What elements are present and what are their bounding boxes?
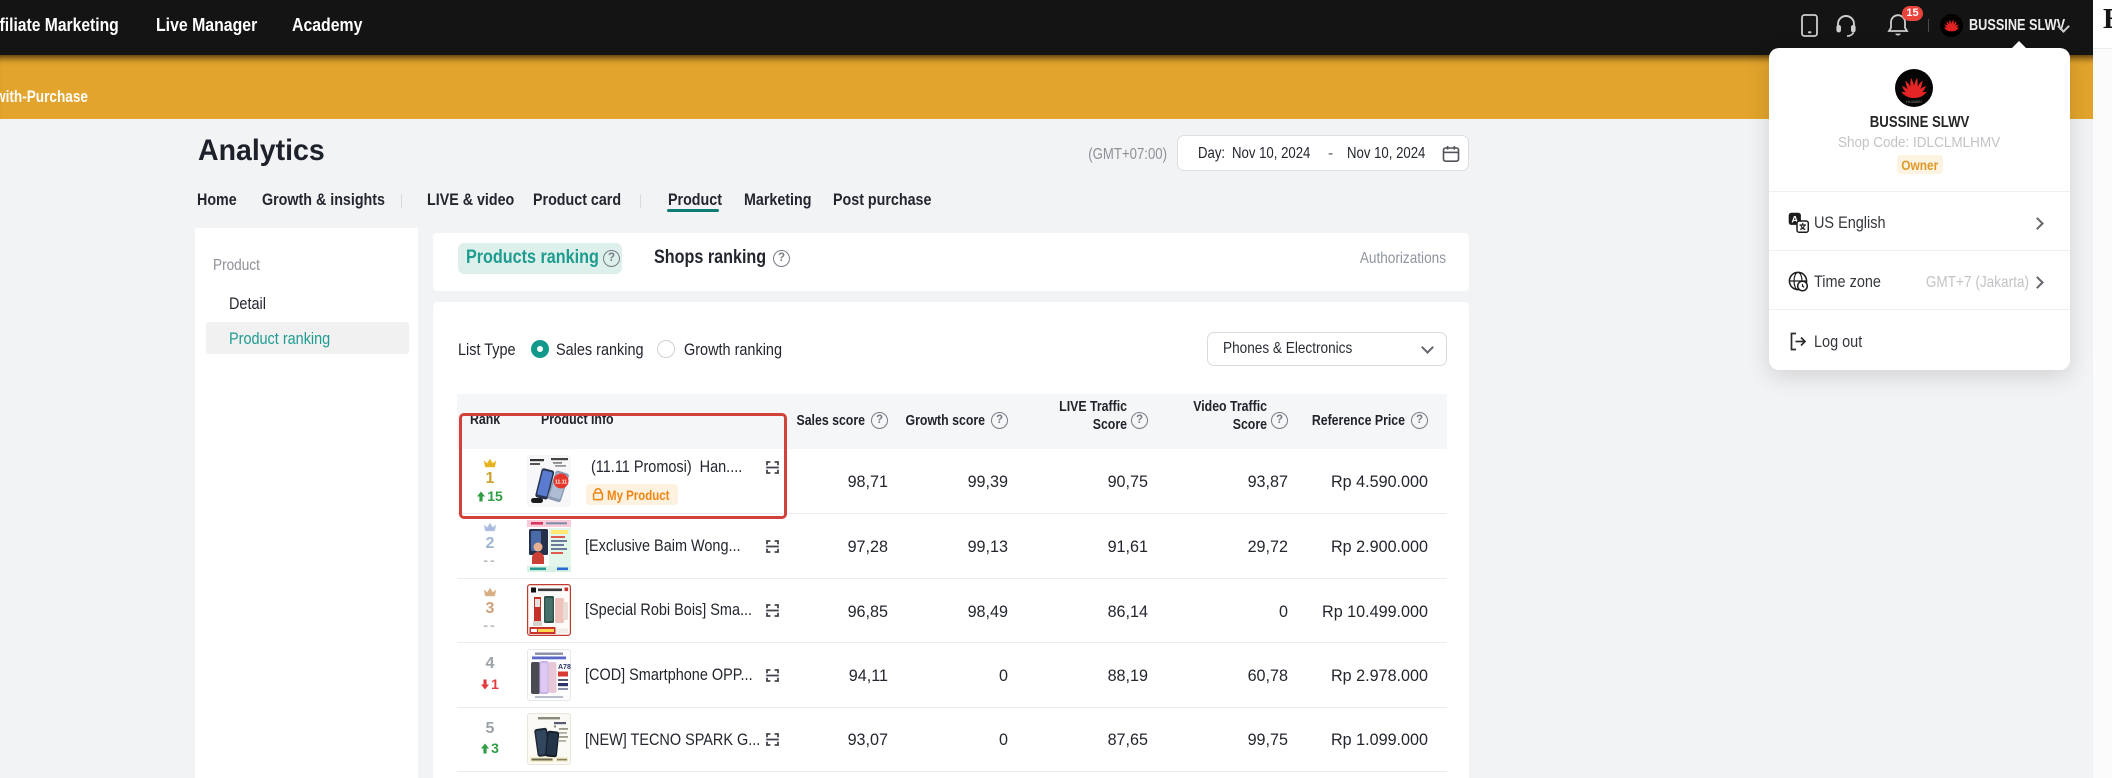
svg-text:HUAWEI: HUAWEI xyxy=(1906,99,1922,104)
svg-text:A78: A78 xyxy=(558,664,571,671)
